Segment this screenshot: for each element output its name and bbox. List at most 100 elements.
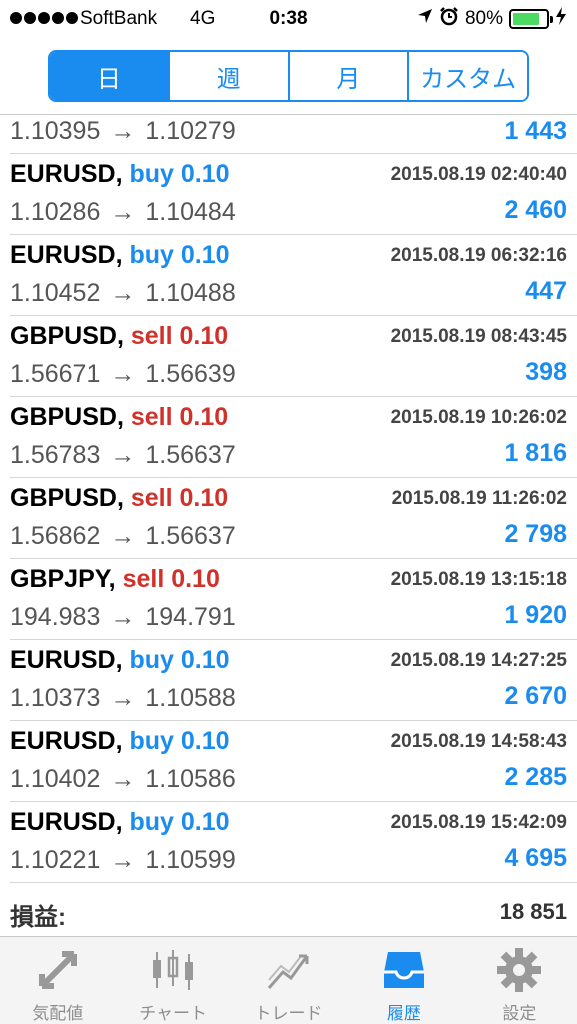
profit-summary-label: 損益:	[10, 904, 66, 931]
symbol-name: EURUSD,	[10, 646, 123, 674]
trade-row[interactable]: 1.10395 → 1.10279 1 443	[10, 115, 577, 154]
trade-profit: 2 670	[504, 682, 567, 710]
arrow-icon: →	[110, 522, 136, 550]
trade-side-volume: buy 0.10	[129, 727, 230, 755]
tab-quotes[interactable]: 気配値	[0, 937, 115, 1024]
alarm-clock-icon	[439, 6, 459, 32]
trade-icon	[263, 945, 315, 995]
trade-profit: 1 920	[504, 601, 567, 629]
symbol-name: EURUSD,	[10, 808, 123, 836]
open-price: 1.10395	[10, 117, 101, 145]
trade-row[interactable]: GBPUSD, sell 0.10 2015.08.19 11:26:02 1.56…	[10, 478, 577, 559]
trade-prices: 1.10395 → 1.10279	[10, 117, 236, 146]
tab-settings-label: 設定	[502, 1004, 537, 1023]
trade-side-volume: sell 0.10	[130, 484, 229, 512]
open-price: 1.10373	[10, 684, 101, 712]
arrow-icon: →	[110, 360, 136, 388]
trade-timestamp: 2015.08.19 10:26:02	[390, 407, 567, 428]
trade-timestamp: 2015.08.19 06:32:16	[390, 245, 567, 266]
trade-profit: 2 798	[504, 520, 567, 548]
trade-prices: 1.56862 → 1.56637	[10, 522, 236, 551]
trade-symbol: EURUSD, buy 0.10	[10, 727, 230, 756]
arrow-icon: →	[110, 603, 136, 631]
charging-bolt-icon	[555, 7, 567, 31]
arrow-icon: →	[110, 684, 136, 712]
period-month-segment[interactable]: 月	[289, 52, 410, 100]
trade-side-volume: buy 0.10	[129, 241, 230, 269]
symbol-name: GBPUSD,	[10, 484, 124, 512]
trade-profit: 398	[525, 358, 567, 386]
trade-profit: 1 443	[504, 117, 567, 145]
close-price: 1.10279	[145, 117, 236, 145]
trade-row[interactable]: EURUSD, buy 0.10 2015.08.19 15:42:09 1.102…	[10, 802, 577, 883]
period-segmented-control: 日 週 月 カスタム	[48, 50, 529, 102]
trade-row[interactable]: EURUSD, buy 0.10 2015.08.19 02:40:40 1.102…	[10, 154, 577, 235]
symbol-name: EURUSD,	[10, 160, 123, 188]
trade-symbol: EURUSD, buy 0.10	[10, 160, 230, 189]
trade-profit: 447	[525, 277, 567, 305]
trade-prices: 194.983 → 194.791	[10, 603, 236, 632]
trade-history-list[interactable]: 1.10395 → 1.10279 1 443 EURUSD, buy 0.10 2015…	[0, 114, 577, 936]
close-price: 1.10488	[145, 279, 236, 307]
tab-history[interactable]: 履歴	[346, 937, 461, 1024]
trade-profit: 2 460	[504, 196, 567, 224]
battery-icon	[509, 9, 553, 29]
trade-side-volume: buy 0.10	[129, 646, 230, 674]
symbol-name: GBPJPY,	[10, 565, 116, 593]
status-right-group: 80%	[417, 6, 567, 32]
trade-row[interactable]: GBPUSD, sell 0.10 2015.08.19 08:43:45 1.56…	[10, 316, 577, 397]
open-price: 1.10452	[10, 279, 101, 307]
close-price: 1.56637	[145, 522, 236, 550]
trade-timestamp: 2015.08.19 11:26:02	[391, 488, 567, 509]
close-price: 1.56639	[145, 360, 236, 388]
open-price: 1.56862	[10, 522, 101, 550]
battery-percentage: 80%	[464, 8, 503, 29]
battery-level-fill	[513, 13, 539, 25]
period-week-segment[interactable]: 週	[169, 52, 290, 100]
trade-row[interactable]: GBPUSD, sell 0.10 2015.08.19 10:26:02 1.56…	[10, 397, 577, 478]
tab-settings[interactable]: 設定	[462, 937, 577, 1024]
tab-trade[interactable]: トレード	[231, 937, 346, 1024]
trade-symbol: EURUSD, buy 0.10	[10, 646, 230, 675]
period-custom-segment[interactable]: カスタム	[409, 52, 527, 100]
close-price: 1.10588	[145, 684, 236, 712]
tab-trade-label: トレード	[254, 1004, 323, 1023]
trade-symbol: GBPUSD, sell 0.10	[10, 322, 228, 351]
history-icon	[378, 945, 430, 995]
tab-history-label: 履歴	[386, 1004, 421, 1023]
bottom-tab-bar: 気配値 チャート トレード 履歴 設定	[0, 936, 577, 1024]
trade-timestamp: 2015.08.19 13:15:18	[390, 569, 567, 590]
trade-timestamp: 2015.08.19 02:40:40	[390, 164, 567, 185]
trade-symbol: EURUSD, buy 0.10	[10, 808, 230, 837]
trade-prices: 1.56671 → 1.56639	[10, 360, 236, 389]
quotes-icon	[32, 945, 84, 995]
trade-symbol: GBPUSD, sell 0.10	[10, 484, 228, 513]
trade-prices: 1.10452 → 1.10488	[10, 279, 236, 308]
symbol-name: GBPUSD,	[10, 322, 124, 350]
period-day-segment[interactable]: 日	[50, 52, 170, 100]
trade-side-volume: sell 0.10	[130, 403, 229, 431]
trade-side-volume: buy 0.10	[129, 808, 230, 836]
trade-side-volume: buy 0.10	[129, 160, 230, 188]
trade-prices: 1.56783 → 1.56637	[10, 441, 236, 470]
trade-profit: 4 695	[504, 844, 567, 872]
trade-row[interactable]: EURUSD, buy 0.10 2015.08.19 14:27:25 1.103…	[10, 640, 577, 721]
arrow-icon: →	[110, 198, 136, 226]
trade-symbol: GBPUSD, sell 0.10	[10, 403, 228, 432]
trade-row[interactable]: GBPJPY, sell 0.10 2015.08.19 13:15:18 194.…	[10, 559, 577, 640]
close-price: 1.56637	[145, 441, 236, 469]
arrow-icon: →	[110, 846, 136, 874]
arrow-icon: →	[110, 117, 136, 145]
trade-row[interactable]: EURUSD, buy 0.10 2015.08.19 14:58:43 1.104…	[10, 721, 577, 802]
arrow-icon: →	[110, 441, 136, 469]
trade-profit: 2 285	[504, 763, 567, 791]
trade-timestamp: 2015.08.19 08:43:45	[390, 326, 567, 347]
tab-quotes-label: 気配値	[32, 1004, 84, 1023]
trade-row[interactable]: EURUSD, buy 0.10 2015.08.19 06:32:16 1.104…	[10, 235, 577, 316]
trade-timestamp: 2015.08.19 15:42:09	[390, 812, 567, 833]
arrow-icon: →	[110, 279, 136, 307]
trade-side-volume: sell 0.10	[130, 322, 229, 350]
trade-prices: 1.10221 → 1.10599	[10, 846, 236, 875]
open-price: 194.983	[10, 603, 101, 631]
tab-chart[interactable]: チャート	[115, 937, 230, 1024]
